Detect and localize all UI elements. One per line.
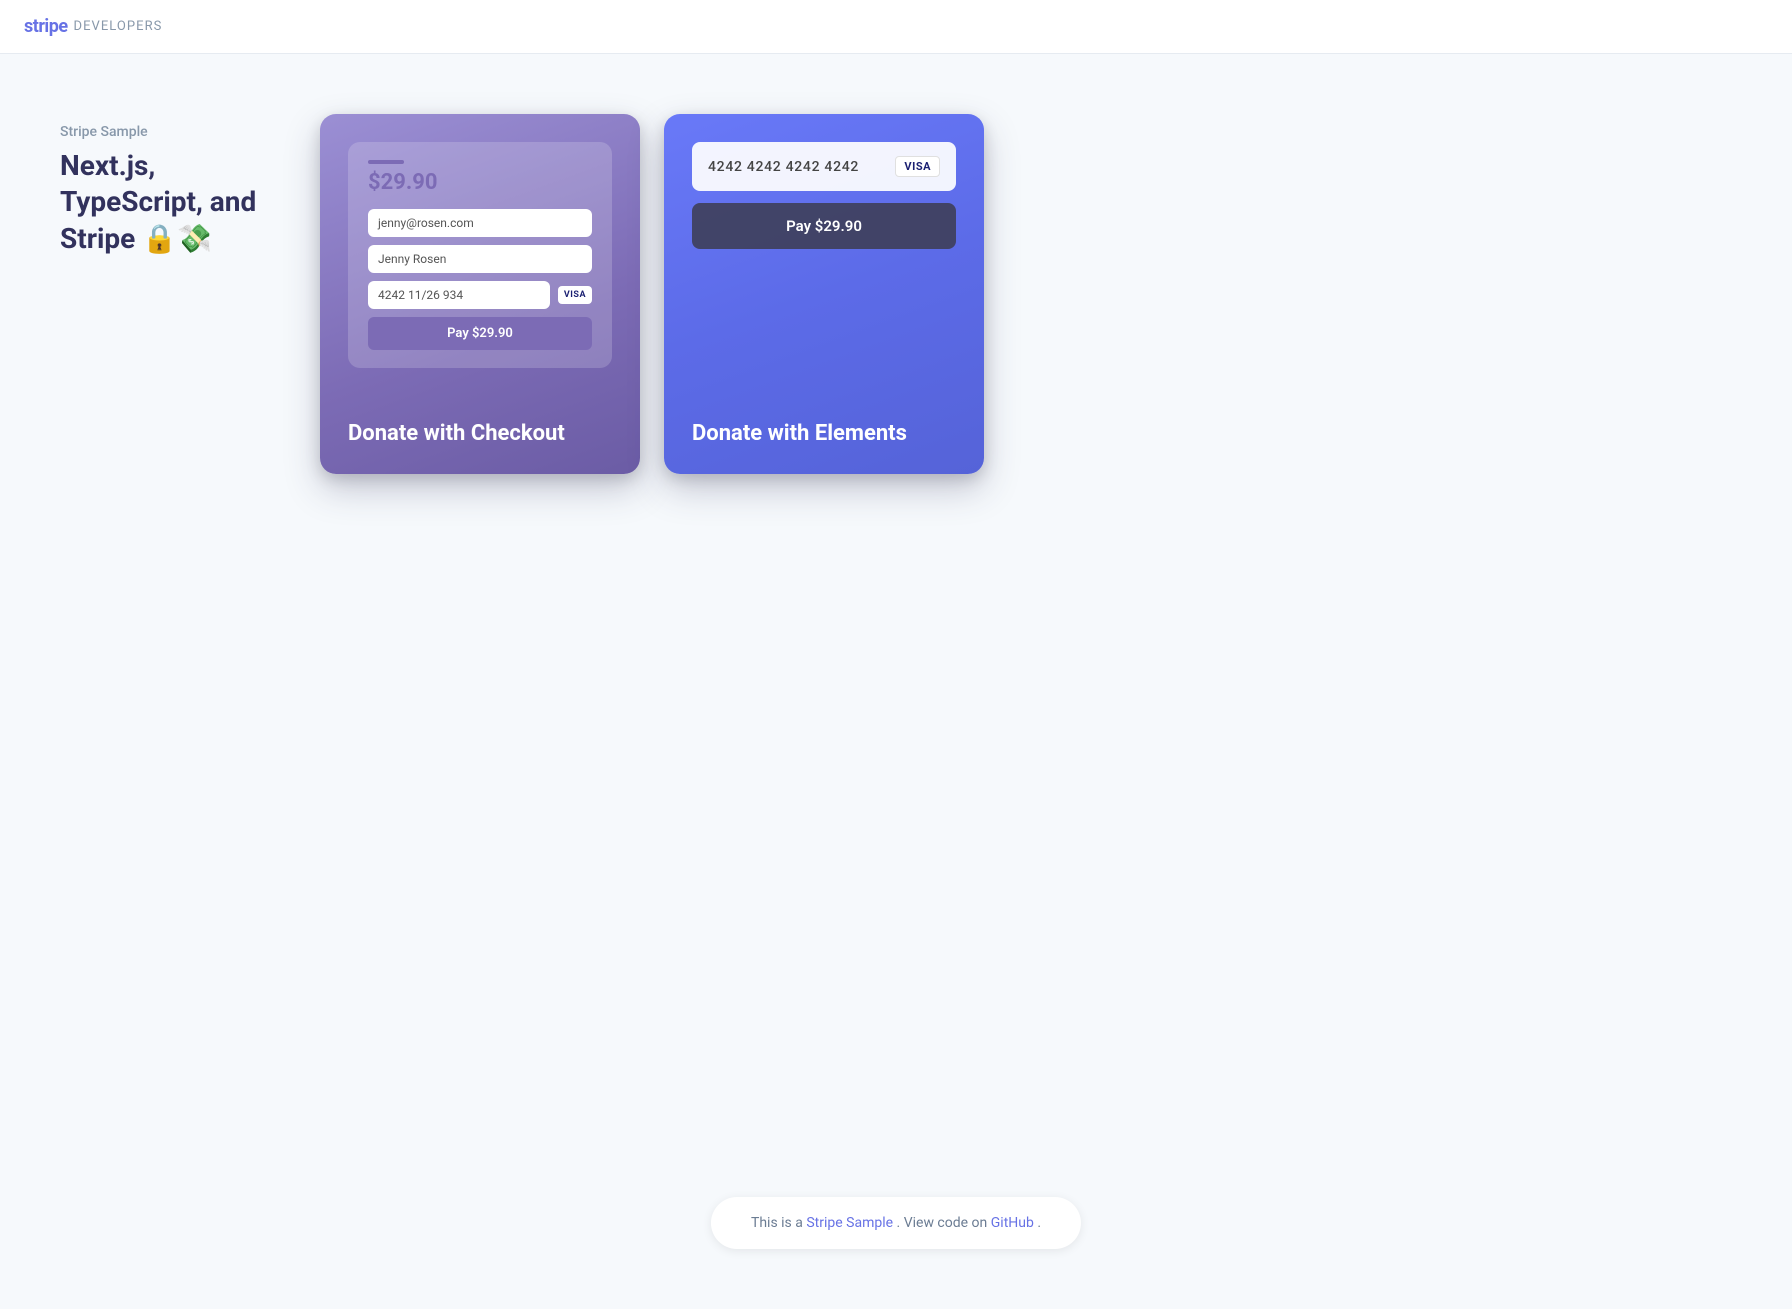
- checkout-mockup: $29.90 jenny@rosen.com Jenny Rosen 4242 …: [348, 142, 612, 368]
- footer: This is a Stripe Sample . View code on G…: [711, 1197, 1081, 1249]
- elements-pay-button[interactable]: Pay $29.90: [692, 203, 956, 249]
- elements-card-number-text: 4242 4242 4242 4242: [708, 159, 859, 175]
- checkout-card-number-field: 4242 11/26 934: [368, 281, 550, 309]
- sidebar-sample-label: Stripe Sample: [60, 124, 280, 140]
- elements-mockup: 4242 4242 4242 4242 VISA Pay $29.90: [692, 142, 956, 249]
- main-content: Stripe Sample Next.js, TypeScript, and S…: [0, 54, 1792, 514]
- developers-label: DEVELOPERS: [74, 19, 163, 34]
- stripe-logo: stripe DEVELOPERS: [24, 16, 162, 37]
- checkout-pay-button[interactable]: Pay $29.90: [368, 317, 592, 350]
- footer-text-middle: . View code on: [897, 1215, 988, 1231]
- cards-container: $29.90 jenny@rosen.com Jenny Rosen 4242 …: [320, 114, 1752, 474]
- checkout-card-label: Donate with Checkout: [348, 421, 612, 446]
- checkout-amount: $29.90: [368, 170, 592, 195]
- footer-stripe-sample-link[interactable]: Stripe Sample: [806, 1215, 893, 1231]
- elements-visa-badge: VISA: [895, 156, 940, 177]
- checkout-amount-bar: [368, 160, 404, 164]
- checkout-name-field: Jenny Rosen: [368, 245, 592, 273]
- stripe-wordmark: stripe: [24, 16, 68, 37]
- elements-card-number-field: 4242 4242 4242 4242 VISA: [692, 142, 956, 191]
- footer-github-link[interactable]: GitHub: [991, 1215, 1034, 1231]
- checkout-email-field: jenny@rosen.com: [368, 209, 592, 237]
- checkout-card[interactable]: $29.90 jenny@rosen.com Jenny Rosen 4242 …: [320, 114, 640, 474]
- checkout-card-row: 4242 11/26 934 VISA: [368, 281, 592, 309]
- stripe-text: stripe: [24, 16, 68, 37]
- footer-text-before: This is a: [751, 1215, 803, 1231]
- header: stripe DEVELOPERS: [0, 0, 1792, 54]
- sidebar-title: Next.js, TypeScript, and Stripe 🔒💸: [60, 148, 280, 257]
- checkout-visa-badge: VISA: [558, 286, 592, 304]
- sidebar: Stripe Sample Next.js, TypeScript, and S…: [60, 114, 280, 257]
- elements-card-label: Donate with Elements: [692, 421, 956, 446]
- elements-card[interactable]: 4242 4242 4242 4242 VISA Pay $29.90 Dona…: [664, 114, 984, 474]
- footer-text-after: .: [1037, 1215, 1041, 1231]
